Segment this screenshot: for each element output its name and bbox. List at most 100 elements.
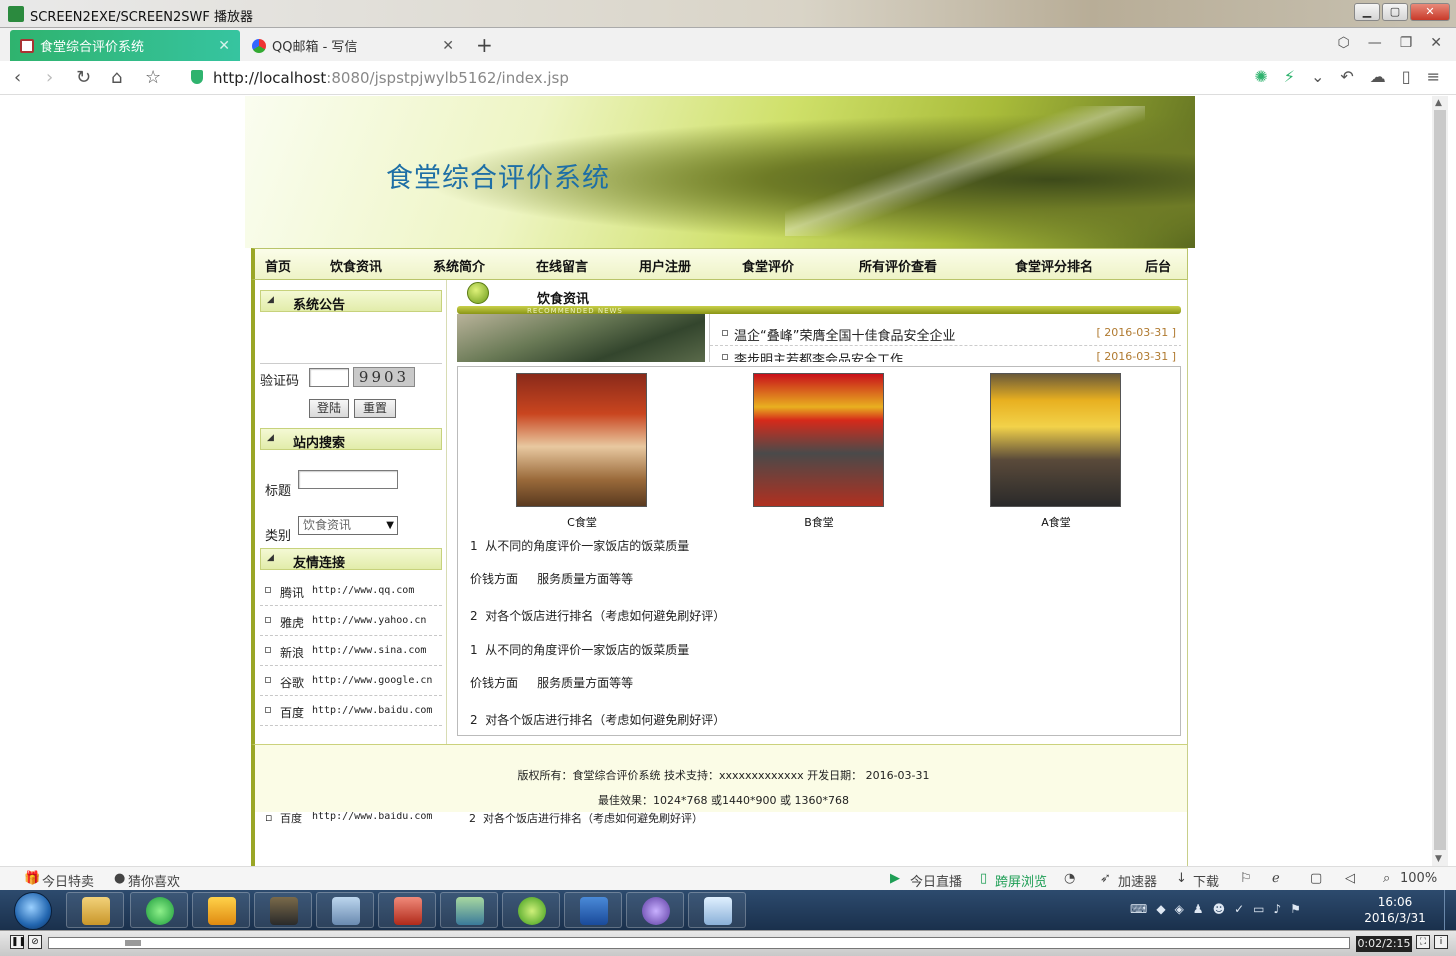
tray-shield-icon[interactable]: ◈ [1175,902,1184,916]
lightning-icon[interactable]: ⚡ [1284,67,1295,86]
login-button[interactable]: 登陆 [309,399,349,418]
nav-user-register[interactable]: 用户注册 [639,256,691,275]
link-name[interactable]: 谷歌 [280,674,304,691]
keyboard-icon[interactable]: ⌨ [1130,902,1147,916]
nav-system-intro[interactable]: 系统简介 [433,256,485,275]
tray-app-icon[interactable]: ◆ [1156,902,1165,916]
canteen-card[interactable]: C食堂 [516,373,648,530]
link-url[interactable]: http://www.yahoo.cn [312,615,426,626]
taskbar-explorer[interactable] [66,892,124,928]
link-name[interactable]: 雅虎 [280,614,304,631]
taskbar-clock[interactable]: 16:06 2016/3/31 [1362,894,1428,926]
back-icon[interactable]: ‹ [14,67,21,88]
shirt-skin-icon[interactable]: ⬡ [1337,35,1349,51]
new-tab-button[interactable]: + [476,33,493,57]
refresh-green-icon[interactable]: ✺ [1254,67,1267,86]
link-url[interactable]: http://www.baidu.com [312,705,432,716]
taskbar-app-link[interactable] [626,892,684,928]
list-item[interactable]: 温企“叠峰”荣膺全国十佳食品安全企业 [ 2016-03-31 ] [710,322,1181,346]
nav-canteen-ranking[interactable]: 食堂评分排名 [1015,256,1093,275]
speed-icon[interactable]: ◔ [1064,871,1075,886]
bookmark-star-icon[interactable]: ☆ [145,67,161,88]
volume-icon[interactable]: ♪ [1273,902,1281,916]
news-item-title[interactable]: 温企“叠峰”荣膺全国十佳食品安全企业 [734,325,955,344]
zoom-level[interactable]: 100% [1400,871,1437,886]
forward-icon[interactable]: › [46,67,53,88]
nav-food-news[interactable]: 饮食资讯 [330,256,382,275]
search-title-input[interactable] [298,470,398,489]
news-item-title[interactable]: 李步明主若都李会品安全工作 [734,349,903,362]
taskbar-media[interactable] [502,892,560,928]
undo-icon[interactable]: ↶ [1340,67,1353,86]
cloud-icon[interactable]: ☁ [1370,67,1386,86]
show-desktop-button[interactable] [1444,890,1456,930]
accelerator-link[interactable]: 加速器 [1118,871,1157,890]
canteen-card[interactable]: A食堂 [990,373,1122,530]
guess-link[interactable]: 猜你喜欢 [128,871,180,890]
tray-check-icon[interactable]: ✓ [1234,902,1244,916]
captcha-input[interactable] [309,368,349,387]
canteen-photo[interactable] [516,373,647,507]
phone-icon[interactable]: ▯ [1402,67,1411,86]
list-item[interactable]: 腾讯 http://www.qq.com [260,576,442,606]
url-input[interactable]: http://localhost:8080/jspstpjwylb5162/in… [185,66,1285,90]
taskbar-tools[interactable] [316,892,374,928]
fullscreen-icon[interactable]: ⛶ [1416,935,1430,949]
flag-icon[interactable]: ⚐ [1240,871,1252,886]
minimize-button[interactable]: ▁ [1354,3,1380,21]
list-item[interactable]: 百度 http://www.baidu.com [260,696,442,726]
taskbar-game[interactable] [254,892,312,928]
scroll-up-icon[interactable]: ▲ [1435,98,1442,108]
info-icon[interactable]: i [1434,935,1448,949]
nav-canteen-review[interactable]: 食堂评价 [742,256,794,275]
home-icon[interactable]: ⌂ [111,67,122,88]
taskbar-toolbox[interactable] [378,892,436,928]
list-item[interactable]: 谷歌 http://www.google.cn [260,666,442,696]
tray-users-icon[interactable]: ♟ [1193,902,1204,916]
link-url[interactable]: http://www.qq.com [312,585,414,596]
nav-message-board[interactable]: 在线留言 [536,256,588,275]
reload-icon[interactable]: ↻ [76,67,91,88]
qq-icon[interactable]: ☻ [1213,902,1226,916]
pause-icon[interactable]: ❚❚ [10,935,26,949]
window-icon[interactable]: ▢ [1310,871,1322,886]
playback-progress-track[interactable] [48,937,1350,949]
deal-link[interactable]: 今日特卖 [42,871,94,890]
playback-progress-knob[interactable] [125,940,141,946]
maximize-button[interactable]: ▢ [1382,3,1408,21]
list-item[interactable]: 新浪 http://www.sina.com [260,636,442,666]
start-button-icon[interactable] [14,892,52,930]
scroll-down-icon[interactable]: ▼ [1435,854,1442,864]
taskbar-browser[interactable] [130,892,188,928]
action-center-flag-icon[interactable]: ⚑ [1290,902,1301,916]
canteen-photo[interactable] [990,373,1121,507]
tray-monitor-icon[interactable]: ▭ [1253,902,1264,916]
list-item[interactable]: 李步明主若都李会品安全工作 [ 2016-03-31 ] [710,346,1181,362]
link-name[interactable]: 腾讯 [280,584,304,601]
tab-close-icon[interactable]: ✕ [218,38,230,54]
taskbar-app-k[interactable] [192,892,250,928]
dropdown-chevron-icon[interactable]: ⌄ [1311,67,1324,86]
menu-icon[interactable]: ≡ [1427,67,1440,86]
live-link[interactable]: 今日直播 [910,871,962,890]
link-name[interactable]: 新浪 [280,644,304,661]
nav-admin[interactable]: 后台 [1145,256,1171,275]
list-item[interactable]: 雅虎 http://www.yahoo.cn [260,606,442,636]
link-url[interactable]: http://www.google.cn [312,675,432,686]
category-select[interactable]: 饮食资讯 ▼ [298,516,398,535]
stop-icon[interactable]: ⊘ [28,935,42,949]
ie-icon[interactable]: ℯ [1272,871,1280,886]
link-url[interactable]: http://www.sina.com [312,645,426,656]
window-minimize-icon[interactable]: — [1368,35,1382,51]
taskbar-notepad[interactable] [688,892,746,928]
window-restore-icon[interactable]: ❐ [1400,35,1413,51]
nav-home[interactable]: 首页 [265,256,291,275]
canteen-name[interactable]: A食堂 [990,514,1122,530]
cross-screen-link[interactable]: 跨屏浏览 [995,871,1047,890]
taskbar-word[interactable] [564,892,622,928]
canteen-photo[interactable] [753,373,884,507]
canteen-name[interactable]: C食堂 [516,514,648,530]
speaker-icon[interactable]: ◁ [1345,871,1355,886]
canteen-name[interactable]: B食堂 [753,514,885,530]
captcha-image[interactable]: 9903 [353,367,415,387]
